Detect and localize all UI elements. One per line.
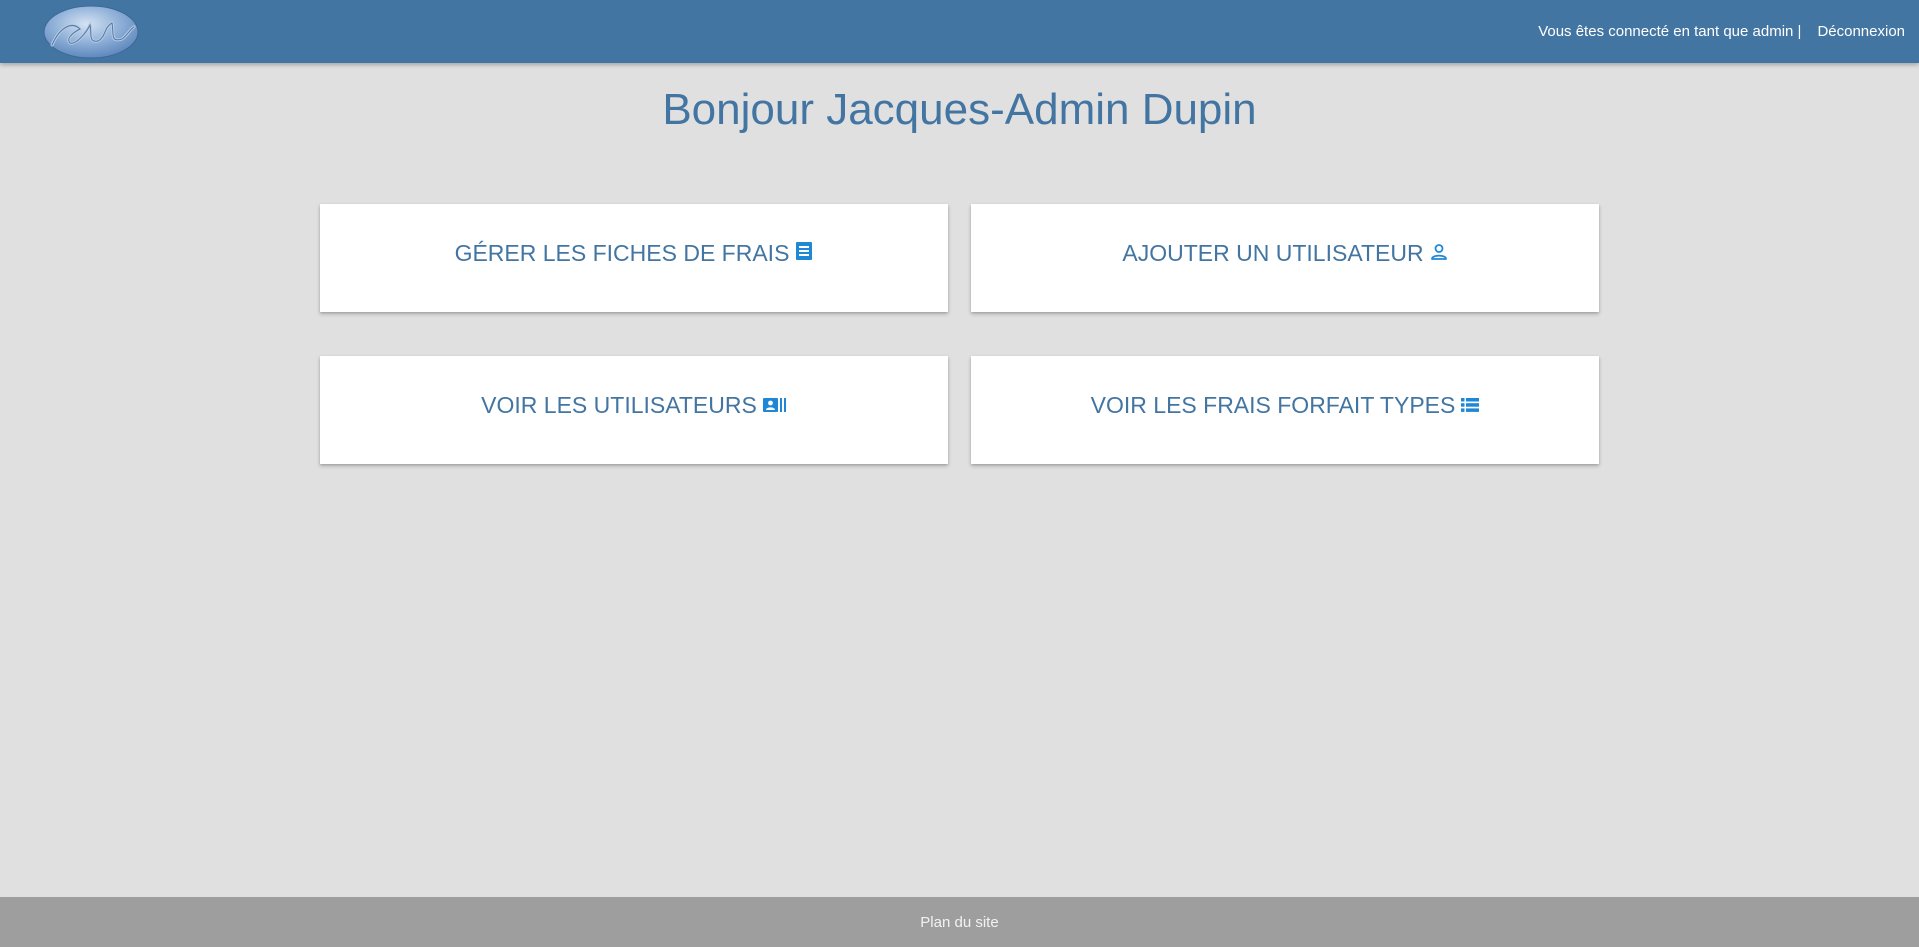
logout-link[interactable]: Déconnexion: [1817, 23, 1905, 40]
view-users-card[interactable]: VOIR LES UTILISATEURS: [320, 356, 948, 464]
session-info: Vous êtes connecté en tant que admin | D…: [1538, 0, 1905, 63]
person-icon: [1430, 236, 1448, 270]
card-label: VOIR LES FRAIS FORFAIT TYPES: [1090, 392, 1456, 418]
contact-card-icon: [762, 388, 787, 422]
page-title: Bonjour Jacques-Admin Dupin: [662, 85, 1257, 134]
card-content: AJOUTER UN UTILISATEUR: [971, 236, 1599, 272]
gsb-logo[interactable]: [42, 3, 140, 60]
card-label: VOIR LES UTILISATEURS: [481, 392, 757, 418]
view-flat-rate-fees-card[interactable]: VOIR LES FRAIS FORFAIT TYPES: [971, 356, 1599, 464]
receipt-icon: [795, 236, 813, 270]
card-content: VOIR LES UTILISATEURS: [320, 388, 948, 424]
card-content: GÉRER LES FICHES DE FRAIS: [320, 236, 948, 272]
manage-expense-reports-card[interactable]: GÉRER LES FICHES DE FRAIS: [320, 204, 948, 312]
card-label: GÉRER LES FICHES DE FRAIS: [454, 240, 790, 266]
footer: Plan du site: [0, 897, 1919, 947]
list-icon: [1461, 388, 1480, 422]
card-content: VOIR LES FRAIS FORFAIT TYPES: [971, 388, 1599, 424]
add-user-card[interactable]: AJOUTER UN UTILISATEUR: [971, 204, 1599, 312]
sitemap-link[interactable]: Plan du site: [920, 914, 998, 931]
top-bar: Vous êtes connecté en tant que admin | D…: [0, 0, 1919, 63]
card-label: AJOUTER UN UTILISATEUR: [1122, 240, 1424, 266]
connected-status-text: Vous êtes connecté en tant que admin |: [1538, 23, 1802, 40]
